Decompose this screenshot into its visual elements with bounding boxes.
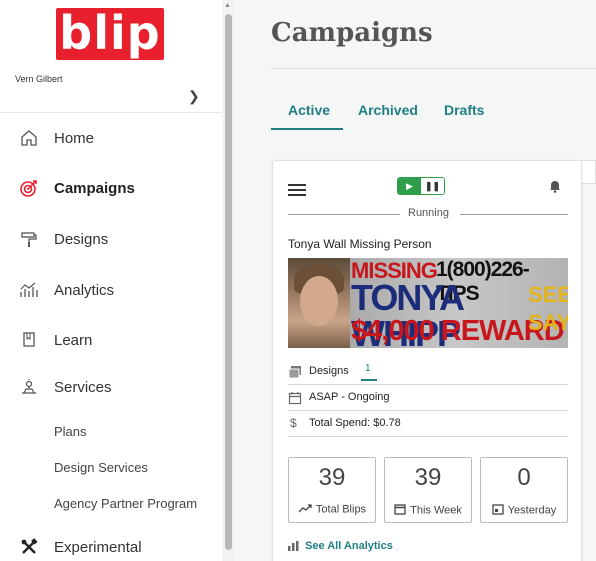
stat-value: 39	[414, 464, 442, 491]
sidebar-item-home[interactable]: Home	[0, 123, 222, 153]
hamburger-menu-icon[interactable]	[288, 184, 306, 196]
designs-label: Designs	[309, 365, 349, 377]
schedule-text: ASAP - Ongoing	[309, 391, 390, 403]
schedule-row: ASAP - Ongoing	[288, 385, 568, 411]
sidebar-item-learn[interactable]: Learn	[0, 325, 222, 355]
target-icon	[18, 177, 40, 199]
services-icon	[18, 376, 40, 398]
play-pause-toggle[interactable]: ▶ ❚❚	[397, 177, 445, 195]
campaign-status: Running	[408, 207, 449, 219]
person-photo	[288, 258, 350, 348]
chevron-right-icon[interactable]: ❯	[188, 88, 200, 105]
tab-archived[interactable]: Archived	[358, 102, 418, 118]
user-name: Vern Gilbert	[15, 74, 63, 84]
play-icon[interactable]: ▶	[398, 178, 421, 194]
paint-roller-icon	[18, 228, 40, 250]
main-content: Campaigns Active Archived Drafts ▶ ❚❚ Ru…	[234, 0, 596, 561]
divider	[0, 112, 222, 113]
stat-yesterday[interactable]: 0 Yesterday	[480, 457, 568, 523]
sidebar-item-analytics[interactable]: Analytics	[0, 275, 222, 305]
stat-this-week[interactable]: 39 This Week	[384, 457, 472, 523]
campaign-name[interactable]: Tonya Wall Missing Person	[288, 237, 432, 251]
stat-label-row: Total Blips	[289, 503, 375, 516]
sidebar-item-designs[interactable]: Designs	[0, 224, 222, 254]
images-icon	[288, 365, 302, 379]
campaign-card: ▶ ❚❚ Running Tonya Wall Missing Person M…	[272, 160, 582, 561]
stat-value: 0	[517, 464, 531, 491]
analytics-icon	[18, 279, 40, 301]
stat-total-blips[interactable]: 39 Total Blips	[288, 457, 376, 523]
designs-count-indicator	[361, 379, 377, 381]
divider	[288, 214, 400, 215]
stat-label-row: This Week	[385, 503, 471, 518]
designs-count: 1	[365, 363, 371, 374]
see-all-label: See All Analytics	[305, 540, 393, 552]
sidebar-scrollbar[interactable]: ▲	[222, 0, 234, 561]
divider	[460, 214, 568, 215]
sidebar: blip Vern Gilbert ❯ Home Campaigns Desig…	[0, 0, 222, 561]
stat-value: 39	[318, 464, 346, 491]
sidebar-item-campaigns[interactable]: Campaigns	[0, 173, 222, 203]
sidebar-item-label: Designs	[54, 230, 109, 248]
stat-label: Total Blips	[315, 503, 367, 516]
scroll-up-arrow-icon[interactable]: ▲	[224, 2, 231, 9]
home-icon	[18, 127, 40, 149]
calendar-icon	[288, 391, 302, 405]
stat-label-row: Yesterday	[481, 503, 567, 518]
dollar-icon: $	[290, 416, 297, 430]
billboard-preview-image[interactable]: MISSING 1(800)226-TIPS TONYA WHIPP $4,00…	[288, 258, 568, 348]
next-card-edge	[580, 160, 596, 184]
divider	[271, 68, 596, 69]
sidebar-item-experimental[interactable]: Experimental	[0, 532, 222, 561]
stat-label: This Week	[410, 504, 462, 517]
tab-drafts[interactable]: Drafts	[444, 102, 484, 118]
designs-row[interactable]: Designs 1	[288, 359, 568, 385]
trend-up-icon	[298, 503, 312, 516]
page-title: Campaigns	[271, 18, 433, 48]
tab-active[interactable]: Active	[288, 102, 330, 118]
logo-text: blip	[59, 6, 161, 60]
sidebar-item-label: Experimental	[54, 538, 142, 556]
sidebar-item-label: Campaigns	[54, 179, 135, 197]
sidebar-item-services[interactable]: Services	[0, 372, 222, 402]
see-all-analytics-link[interactable]: See All Analytics	[288, 540, 393, 552]
billboard-text-see: SEE	[528, 282, 568, 307]
total-spend: Total Spend: $0.78	[309, 417, 401, 429]
sidebar-subitem-plans[interactable]: Plans	[54, 424, 87, 439]
blip-logo[interactable]: blip	[56, 8, 164, 60]
stat-label: Yesterday	[507, 504, 557, 517]
bell-icon[interactable]	[548, 179, 562, 193]
calendar-day-icon	[492, 503, 504, 518]
status-row: Running	[288, 207, 568, 221]
tools-icon	[18, 536, 40, 558]
sidebar-item-label: Analytics	[54, 281, 115, 299]
bar-chart-icon	[288, 541, 299, 551]
pause-icon[interactable]: ❚❚	[421, 178, 444, 194]
calendar-icon	[394, 503, 406, 518]
sidebar-item-label: Home	[54, 129, 95, 147]
sidebar-subitem-design-services[interactable]: Design Services	[54, 460, 148, 475]
billboard-text-say: SAY	[528, 310, 568, 335]
spend-row: $ Total Spend: $0.78	[288, 411, 568, 437]
scroll-thumb[interactable]	[225, 14, 232, 550]
book-icon	[18, 329, 40, 351]
sidebar-subitem-agency-partner-program[interactable]: Agency Partner Program	[54, 496, 197, 511]
sidebar-item-label: Learn	[54, 331, 93, 349]
active-tab-indicator	[271, 128, 343, 130]
sidebar-item-label: Services	[54, 378, 112, 396]
